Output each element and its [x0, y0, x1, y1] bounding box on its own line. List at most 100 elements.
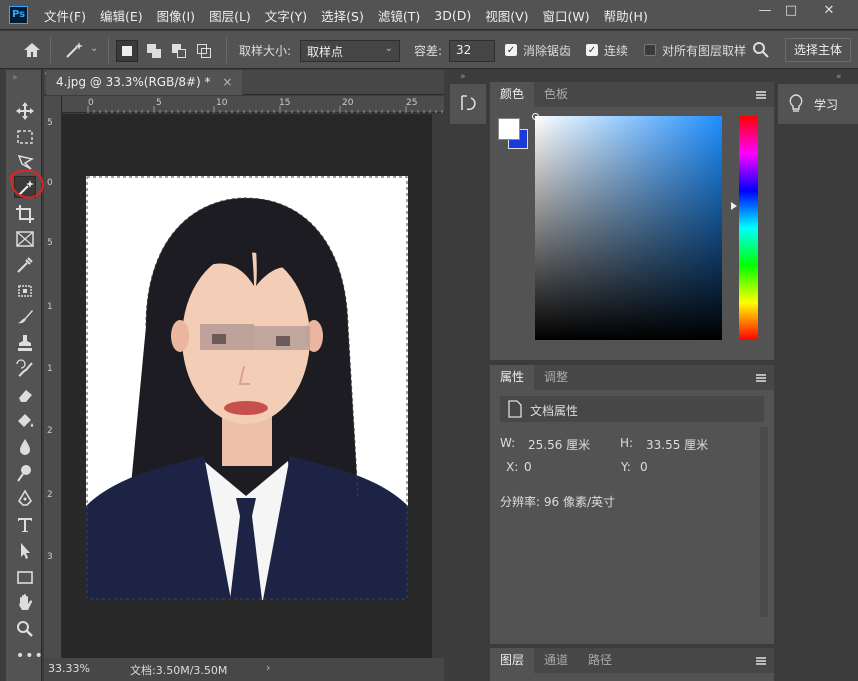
menu-layer[interactable]: 图层(L) [209, 6, 251, 25]
menu-filter[interactable]: 滤镜(T) [378, 6, 420, 25]
anti-alias-checkbox[interactable]: ✓ [505, 44, 517, 56]
subtract-selection-icon-part [177, 49, 186, 58]
anti-alias-label: 消除锯齿 [523, 44, 572, 58]
layers-panel: 图层 通道 路径 [490, 648, 774, 681]
tab-properties[interactable]: 属性 [490, 365, 535, 390]
close-window-button[interactable]: ✕ [812, 0, 846, 22]
tab-layers[interactable]: 图层 [490, 648, 535, 673]
color-picker-cursor[interactable] [532, 113, 539, 120]
magic-wand-preset-icon[interactable] [64, 40, 86, 60]
color-panel: 颜色 色板 [490, 82, 774, 360]
tolerance-label: 容差: [414, 44, 443, 58]
path-selection-tool-icon[interactable] [14, 540, 36, 562]
contiguous-checkbox[interactable]: ✓ [586, 44, 598, 56]
tab-adjustments[interactable]: 调整 [534, 365, 578, 390]
menu-type[interactable]: 文字(Y) [265, 6, 307, 25]
pen-tool-icon[interactable] [14, 488, 36, 510]
add-selection-icon-part [152, 49, 161, 58]
collapse-arrows-icon[interactable]: » [12, 73, 18, 83]
menu-bar: Ps 文件(F) 编辑(E) 图像(I) 图层(L) 文字(Y) 选择(S) 滤… [0, 0, 858, 30]
menu-image[interactable]: 图像(I) [157, 6, 195, 25]
ruler-label: 5 [47, 118, 53, 128]
close-tab-icon[interactable]: × [222, 75, 232, 89]
canvas-pasteboard[interactable] [62, 114, 432, 658]
width-value[interactable]: 25.56 厘米 [528, 436, 590, 453]
hand-tool-icon[interactable] [14, 592, 36, 614]
menu-window[interactable]: 窗口(W) [543, 6, 590, 25]
learn-panel-button[interactable]: 学习 [778, 84, 858, 124]
history-panel-icon[interactable] [459, 94, 477, 112]
move-tool-icon[interactable] [14, 100, 36, 122]
collapse-arrows-icon[interactable]: » [460, 72, 466, 82]
brush-tool-icon[interactable] [14, 306, 36, 328]
add-selection-toggle[interactable] [143, 40, 165, 62]
maximize-button[interactable]: □ [774, 0, 808, 22]
portrait-image[interactable] [86, 176, 408, 600]
more-tools-icon[interactable]: ••• [16, 648, 44, 664]
document-icon [508, 400, 522, 418]
marquee-tool-icon[interactable] [14, 126, 36, 148]
dodge-tool-icon[interactable] [14, 462, 36, 484]
x-value[interactable]: 0 [524, 460, 532, 474]
tolerance-input[interactable]: 32 [449, 40, 495, 62]
y-value[interactable]: 0 [640, 460, 648, 474]
status-menu-arrow-icon[interactable]: › [266, 661, 270, 674]
menu-select[interactable]: 选择(S) [321, 6, 364, 25]
zoom-tool-icon[interactable] [14, 618, 36, 640]
rectangle-tool-icon[interactable] [14, 566, 36, 588]
sample-size-value: 取样点 [307, 45, 344, 59]
menu-view[interactable]: 视图(V) [485, 6, 528, 25]
tab-channels[interactable]: 通道 [534, 648, 578, 673]
properties-scrollbar[interactable] [760, 427, 768, 617]
ruler-label: 0 [47, 178, 53, 188]
options-divider [108, 37, 109, 63]
select-subject-button[interactable]: 选择主体 [785, 38, 852, 62]
blur-tool-icon[interactable] [14, 436, 36, 458]
color-field[interactable] [535, 116, 722, 340]
sample-all-layers-label: 对所有图层取样 [662, 44, 747, 58]
hue-slider-handle[interactable] [731, 202, 737, 210]
panel-menu-icon[interactable] [756, 91, 766, 93]
resolution-text: 分辨率: 96 像素/英寸 [500, 495, 615, 509]
sample-size-select[interactable]: 取样点 ⌄ [300, 40, 400, 62]
healing-brush-tool-icon[interactable] [14, 280, 36, 302]
document-tab-title: 4.jpg @ 33.3%(RGB/8#) * [56, 75, 211, 89]
chevron-down-icon: ⌄ [384, 43, 393, 54]
menu-help[interactable]: 帮助(H) [604, 6, 648, 25]
sample-all-layers-checkbox[interactable] [644, 44, 656, 56]
ruler-ticks [87, 106, 443, 113]
zoom-level[interactable]: 33.33% [48, 662, 90, 675]
foreground-color-swatch[interactable] [498, 118, 520, 140]
eraser-tool-icon[interactable] [14, 384, 36, 406]
home-icon[interactable] [22, 41, 42, 59]
ruler-label: 5 [47, 238, 53, 248]
height-value[interactable]: 33.55 厘米 [646, 436, 708, 453]
clone-stamp-tool-icon[interactable] [14, 332, 36, 354]
intersect-selection-toggle[interactable] [193, 40, 215, 62]
tab-paths[interactable]: 路径 [578, 648, 622, 673]
photoshop-logo: Ps [9, 6, 28, 24]
hue-slider[interactable] [739, 116, 758, 340]
status-bar: 33.33% 文档:3.50M/3.50M › [44, 658, 444, 681]
vertical-ruler: 5 0 5 1 1 2 2 3 [44, 96, 62, 658]
collapse-arrows-icon[interactable]: « [836, 72, 842, 82]
menu-3d[interactable]: 3D(D) [434, 8, 471, 23]
horizontal-ruler: 0 5 10 15 20 25 [44, 96, 444, 113]
panel-menu-icon[interactable] [756, 374, 766, 376]
tab-swatches[interactable]: 色板 [534, 82, 578, 107]
paint-bucket-tool-icon[interactable] [14, 410, 36, 432]
panel-menu-icon[interactable] [756, 657, 766, 659]
options-divider [50, 37, 51, 63]
document-properties-header: 文档属性 [500, 396, 764, 422]
menu-edit[interactable]: 编辑(E) [100, 6, 143, 25]
search-icon[interactable] [752, 41, 770, 59]
tab-color[interactable]: 颜色 [490, 82, 535, 107]
type-tool-icon[interactable] [14, 514, 36, 536]
ruler-label: 2 [47, 426, 53, 436]
history-brush-tool-icon[interactable] [14, 358, 36, 380]
document-tab[interactable]: 4.jpg @ 33.3%(RGB/8#) * × [46, 70, 243, 95]
subtract-selection-toggle[interactable] [168, 40, 190, 62]
menu-file[interactable]: 文件(F) [44, 6, 86, 25]
chevron-down-icon[interactable]: ⌄ [90, 43, 98, 54]
new-selection-toggle[interactable] [116, 40, 138, 62]
